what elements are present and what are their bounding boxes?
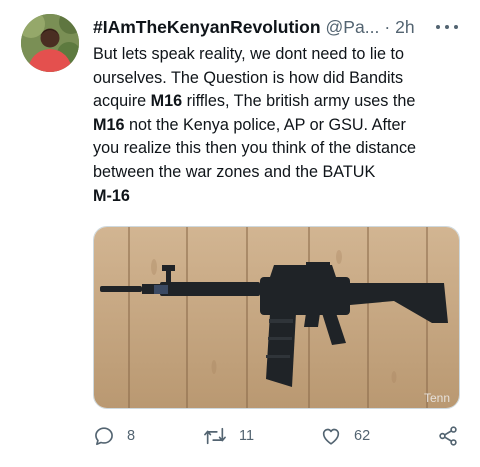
share-button[interactable]	[437, 421, 459, 451]
bold-text: M-16	[93, 186, 130, 205]
retweet-icon	[204, 427, 226, 445]
text-segment: between the war zones and the BATUK	[93, 162, 376, 181]
tweet-text-line: M16 not the Kenya police, AP or GSU. Aft…	[93, 114, 465, 138]
like-button[interactable]: 62	[320, 421, 370, 451]
rifle-photo: Tenn	[94, 227, 459, 408]
tweet-media[interactable]: Tenn	[93, 226, 460, 409]
user-handle[interactable]: @Pa...	[326, 16, 380, 38]
tweet-text-line: between the war zones and the BATUK	[93, 161, 465, 185]
text-segment: acquire	[93, 92, 151, 111]
more-icon[interactable]	[436, 17, 458, 37]
tweet-header: #IAmTheKenyanRevolution @Pa... · 2h	[93, 14, 464, 40]
share-icon	[439, 426, 457, 446]
reply-count: 8	[127, 428, 136, 444]
reply-button[interactable]: 8	[93, 421, 135, 451]
retweet-button[interactable]: 11	[203, 421, 254, 451]
heart-icon	[322, 428, 340, 445]
tweet-text-line: M-16	[93, 185, 465, 209]
bold-text: M16	[150, 92, 183, 111]
like-count: 62	[354, 428, 371, 444]
text-segment: you realize this then you think of the d…	[93, 139, 417, 158]
tweet-card[interactable]: #IAmTheKenyanRevolution @Pa... · 2h But …	[0, 0, 480, 467]
display-name[interactable]: #IAmTheKenyanRevolution	[93, 16, 321, 38]
watermark: Tenn	[424, 391, 450, 405]
text-segment: But lets speak reality, we dont need to …	[93, 45, 405, 63]
tweet-text-line: acquire M16 riffles, The british army us…	[93, 90, 465, 114]
avatar-image	[21, 14, 79, 72]
tweet-text-line: you realize this then you think of the d…	[93, 137, 465, 161]
timestamp[interactable]: 2h	[395, 16, 414, 38]
tweet-text: But lets speak reality, we dont need to …	[93, 43, 465, 208]
action-bar: 8 11 62	[93, 421, 465, 451]
text-segment: ourselves. The Question is how did Bandi…	[93, 68, 404, 87]
text-segment: not the Kenya police, AP or GSU. After	[124, 115, 406, 134]
reply-icon	[95, 427, 113, 446]
tweet-text-line: ourselves. The Question is how did Bandi…	[93, 67, 465, 91]
text-segment: riffles, The british army uses the	[182, 92, 416, 111]
avatar[interactable]	[21, 14, 79, 72]
bold-text: M16	[93, 115, 125, 134]
separator-dot: ·	[384, 17, 391, 37]
tweet-text-line: But lets speak reality, we dont need to …	[93, 43, 465, 67]
retweet-count: 11	[239, 428, 255, 444]
